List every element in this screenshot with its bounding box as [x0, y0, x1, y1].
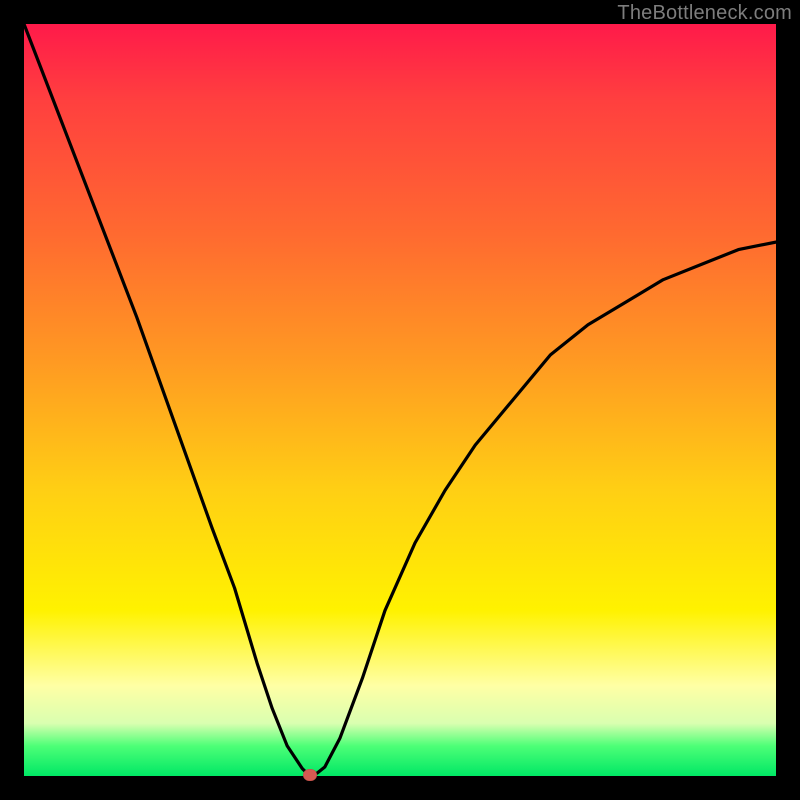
- watermark-text: TheBottleneck.com: [617, 2, 792, 25]
- optimal-point-marker: [303, 769, 317, 781]
- bottleneck-curve: [24, 24, 776, 776]
- chart-gradient-area: [24, 24, 776, 776]
- chart-frame: TheBottleneck.com: [0, 0, 800, 800]
